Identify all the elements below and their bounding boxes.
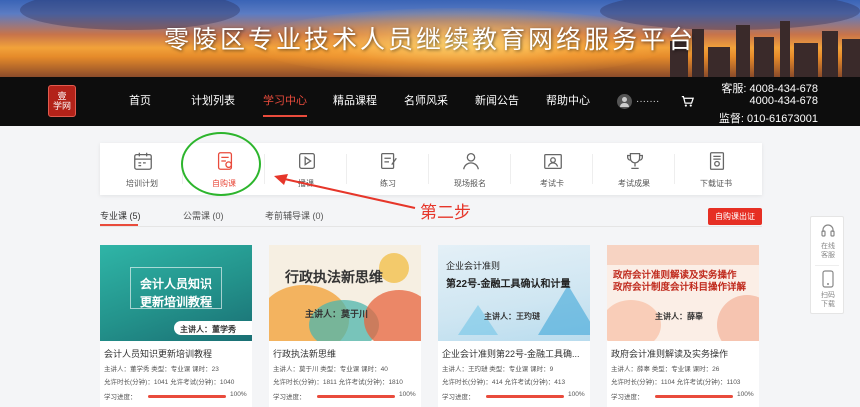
course-thumbnail[interactable]: 会计人员知识 更新培训教程 主讲人：董学秀 [100,245,252,341]
contact-phone-2: 4000-434-678 [749,95,818,107]
self-purchase-certificate-button[interactable]: 自购课出证 [708,208,762,225]
trophy-icon [627,153,643,169]
progress-bar [655,395,733,398]
nav-learning-center[interactable]: 学习中心 [263,77,307,126]
course-title[interactable]: 行政执法新思维 [273,347,419,360]
id-card-icon [544,153,562,169]
course-thumbnail[interactable]: 政府会计准则解读及实务操作 政府会计制度会计科目操作详解 主讲人：薛辜 [607,245,759,341]
iconbar-exam-results[interactable]: 考试成果 [594,143,674,195]
nav-home[interactable]: 首页 [129,77,151,126]
course-card[interactable]: 企业会计准则 第22号-金融工具确认和计量 主讲人：王玓琎 企业会计准则第22号… [438,245,590,407]
course-duration: 允许时长(分钟)：1104 允许考试(分钟)：1103 [611,379,741,386]
course-title[interactable]: 企业会计准则第22号-金融工具确... [442,347,588,360]
progress-bar [317,395,395,398]
username[interactable]: ······· [636,96,659,107]
course-card[interactable]: 会计人员知识 更新培训教程 主讲人：董学秀 会计人员知识更新培训教程 主讲人：董… [100,245,252,407]
tab-exam-prep[interactable]: 考前辅导课 (0) [265,209,324,222]
iconbar-training-plan[interactable]: 培训计划 [102,143,182,195]
user-avatar-icon[interactable] [617,94,632,109]
progress-label: 学习进度： [104,394,137,401]
site-logo[interactable]: 壹学网 [48,85,76,117]
nav-teachers[interactable]: 名师风采 [404,77,448,126]
course-meta: 主讲人：莫于川 类型：专业课 课时：40 [273,366,388,373]
course-duration: 允许时长(分钟)：1041 允许考试(分钟)：1040 [104,379,235,386]
iconbar-download-certificate[interactable]: 下载证书 [676,143,756,195]
contact-phone-1: 客服: 4008-434-678 [721,83,818,95]
nav-quality-courses[interactable]: 精品课程 [333,77,377,126]
progress-label: 学习进度： [611,394,644,401]
course-thumbnail[interactable]: 企业会计准则 第22号-金融工具确认和计量 主讲人：王玓琎 [438,245,590,341]
course-duration: 允许时长(分钟)：414 允许考试(分钟)：413 [442,379,566,386]
course-meta: 主讲人：薛辜 类型：专业课 课时：26 [611,366,720,373]
course-card[interactable]: 行政执法新思维 主讲人：莫于川 行政执法新思维 主讲人：莫于川 类型：专业课 课… [269,245,421,407]
iconbar-exam-card[interactable]: 考试卡 [512,143,592,195]
online-service-label[interactable]: 在线 客服 [811,242,845,260]
phone-icon[interactable] [821,270,835,288]
side-float-panel: 在线 客服 扫码 下载 [810,216,844,314]
cart-icon[interactable] [681,95,694,108]
course-card[interactable]: 政府会计准则解读及实务操作 政府会计制度会计科目操作详解 主讲人：薛辜 政府会计… [607,245,759,407]
calendar-icon [134,152,152,170]
nav-plan-list[interactable]: 计划列表 [191,77,235,126]
header-banner: 零陵区专业技术人员继续教育网络服务平台 [0,0,860,77]
iconbar-onsite-registration[interactable]: 现场报名 [430,143,510,195]
nav-help[interactable]: 帮助中心 [546,77,590,126]
scan-download-label[interactable]: 扫码 下载 [811,291,845,309]
tab-public[interactable]: 公需课 (0) [183,209,224,222]
person-icon [463,153,479,170]
progress-percent: 100% [568,391,585,398]
progress-bar [148,395,226,398]
course-meta: 主讲人：董学秀 类型：专业课 课时：23 [104,366,219,373]
headset-icon[interactable] [820,223,836,239]
progress-label: 学习进度： [442,394,475,401]
progress-percent: 100% [230,391,247,398]
contact-supervise: 监督: 010-61673001 [718,113,818,125]
progress-percent: 100% [399,391,416,398]
course-duration: 允许时长(分钟)：1811 允许考试(分钟)：1810 [273,379,403,386]
course-title[interactable]: 政府会计准则解读及实务操作 [611,347,757,360]
tab-professional[interactable]: 专业课 (5) [100,209,141,222]
course-meta: 主讲人：王玓琎 类型：专业课 课时：9 [442,366,554,373]
course-title[interactable]: 会计人员知识更新培训教程 [104,347,250,360]
nav-news[interactable]: 新闻公告 [475,77,519,126]
annotation-step-text: 第二步 [420,203,471,223]
site-title: 零陵区专业技术人员继续教育网络服务平台 [163,25,696,54]
annotation-highlight-circle [181,132,261,196]
course-thumbnail[interactable]: 行政执法新思维 主讲人：莫于川 [269,245,421,341]
certificate-icon [709,152,725,170]
progress-bar [486,395,564,398]
progress-label: 学习进度： [273,394,306,401]
progress-percent: 100% [737,391,754,398]
